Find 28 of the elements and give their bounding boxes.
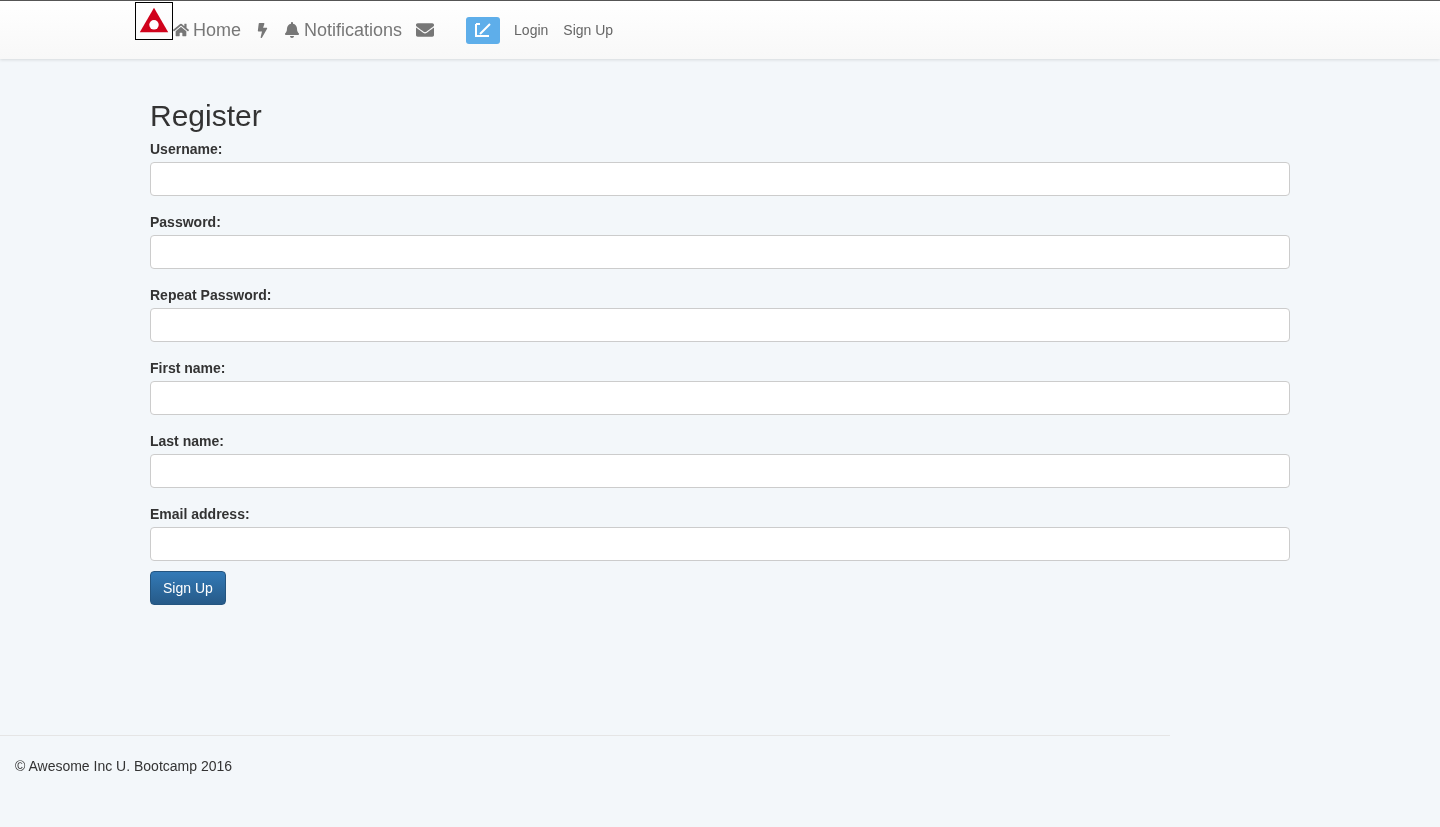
input-field[interactable] [150,162,1290,196]
compose-button[interactable] [466,16,501,44]
input-field[interactable] [150,381,1290,415]
page-title: Register [150,99,263,133]
bell-icon [284,22,300,38]
nav-link-label: Notifications [304,19,403,41]
input-field[interactable] [150,308,1290,342]
pen-icon [473,21,494,39]
nav-link[interactable]: Sign Up [563,22,614,38]
envelope-icon[interactable] [416,21,435,39]
field-label: Last name: [150,433,225,449]
nav-link[interactable]: Home [173,19,241,41]
bolt-icon[interactable] [255,22,270,38]
field-label: Email address: [150,506,251,522]
input-field[interactable] [150,527,1290,561]
field-label: Username: [150,141,224,157]
logo-icon[interactable] [135,2,173,40]
nav-link[interactable]: Notifications [284,19,403,41]
nav-link-label: Home [193,19,241,41]
sign-up-button[interactable]: Sign Up [150,571,226,605]
footer-text: © Awesome Inc U. Bootcamp 2016 [14,757,234,776]
field-label: Repeat Password: [150,287,273,303]
nav-link[interactable]: Login [514,22,549,38]
field-label: First name: [150,360,227,376]
field-label: Password: [150,214,222,230]
house-icon [173,22,189,38]
input-field[interactable] [150,235,1290,269]
input-field[interactable] [150,454,1290,488]
